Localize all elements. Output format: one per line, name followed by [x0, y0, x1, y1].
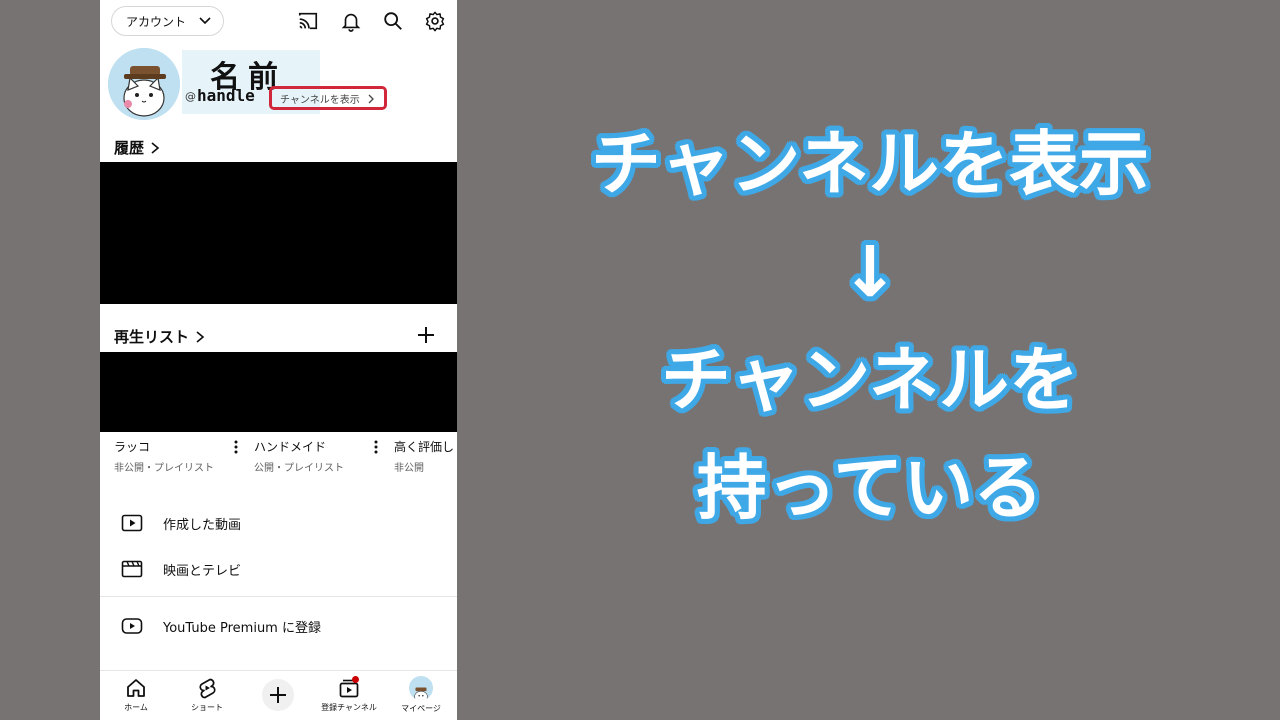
playlist-card[interactable]: 高く評価し 非公開 — [394, 438, 457, 474]
history-section-link[interactable]: 履歴 — [114, 137, 160, 158]
nav-subscriptions[interactable]: 登録チャンネル — [313, 671, 385, 720]
home-icon — [127, 679, 145, 697]
menu-item-movies-tv[interactable]: 映画とテレビ — [100, 554, 457, 584]
history-title: 履歴 — [114, 139, 145, 157]
avatar[interactable] — [108, 48, 180, 120]
search-icon[interactable] — [382, 10, 404, 32]
profile-header: 名前 @ handle チャンネルを表示 — [100, 46, 457, 126]
nav-shorts[interactable]: ショート — [171, 671, 243, 720]
menu-item-label: 映画とテレビ — [163, 563, 242, 579]
menu-item-created-videos[interactable]: 作成した動画 — [100, 508, 457, 538]
handle-at-sign: @ — [185, 90, 196, 103]
phone-screen: アカウント 名前 @ handle チャンネルを表示 履歴 再生リスト ラッコ … — [100, 0, 457, 720]
playlist-card[interactable]: ハンドメイド 公開・プレイリスト — [254, 438, 344, 474]
cat-avatar-illustration — [410, 682, 432, 700]
more-vert-icon[interactable] — [374, 440, 378, 454]
menu-item-premium[interactable]: YouTube Premium に登録 — [100, 611, 457, 641]
channel-handle: handle — [197, 86, 255, 105]
menu-item-label: 作成した動画 — [163, 517, 242, 533]
chevron-right-icon — [151, 141, 160, 154]
account-switcher-button[interactable]: アカウント — [111, 6, 224, 36]
nav-mypage[interactable]: マイページ — [385, 671, 457, 720]
playlist-title: ハンドメイド — [254, 440, 327, 454]
view-channel-label: チャンネルを表示 — [280, 94, 360, 106]
caption: チャンネルを表示 ↓ チャンネルを 持っている — [470, 110, 1270, 542]
history-thumbnails[interactable] — [100, 162, 457, 304]
nav-label: マイページ — [401, 704, 441, 713]
caption-arrow: ↓ — [840, 231, 900, 313]
caption-line: チャンネルを — [661, 339, 1079, 421]
notification-dot — [352, 676, 359, 683]
caption-line: 持っている — [696, 447, 1044, 529]
playlist-card[interactable]: ラッコ 非公開・プレイリスト — [114, 438, 214, 474]
clapperboard-icon — [121, 560, 143, 578]
avatar — [409, 676, 433, 700]
shorts-icon — [199, 678, 216, 699]
youtube-icon — [121, 618, 143, 634]
create-button[interactable] — [262, 679, 294, 711]
more-vert-icon[interactable] — [234, 440, 238, 454]
cast-icon[interactable] — [297, 10, 319, 32]
playlists-title: 再生リスト — [114, 328, 190, 346]
chevron-right-icon — [368, 94, 374, 104]
plus-icon — [270, 687, 286, 703]
chevron-right-icon — [196, 330, 205, 343]
nav-label: 登録チャンネル — [321, 703, 377, 712]
play-box-icon — [121, 514, 143, 532]
caption-line: チャンネルを表示 — [591, 123, 1149, 205]
playlist-thumbnails[interactable] — [100, 352, 457, 432]
playlist-subtitle: 公開・プレイリスト — [254, 463, 344, 474]
playlist-title: 高く評価し — [394, 440, 455, 454]
view-channel-button[interactable]: チャンネルを表示 — [269, 86, 387, 110]
playlists-section-link[interactable]: 再生リスト — [114, 326, 205, 347]
nav-label: ショート — [191, 703, 223, 712]
playlist-subtitle: 非公開・プレイリスト — [114, 463, 214, 474]
plus-icon[interactable] — [416, 325, 436, 345]
cat-avatar-illustration — [108, 48, 180, 120]
playlist-title: ラッコ — [114, 440, 151, 454]
bottom-navigation: ホーム ショート 登録チャンネル マイページ — [100, 670, 457, 720]
playlist-subtitle: 非公開 — [394, 463, 424, 474]
chevron-down-icon — [199, 17, 211, 25]
bell-icon[interactable] — [340, 10, 362, 32]
top-bar: アカウント — [100, 0, 457, 42]
nav-home[interactable]: ホーム — [100, 671, 172, 720]
account-switcher-label: アカウント — [126, 14, 187, 29]
nav-label: ホーム — [124, 703, 148, 712]
menu-item-label: YouTube Premium に登録 — [163, 620, 321, 636]
gear-icon[interactable] — [424, 10, 446, 32]
divider — [100, 596, 457, 597]
